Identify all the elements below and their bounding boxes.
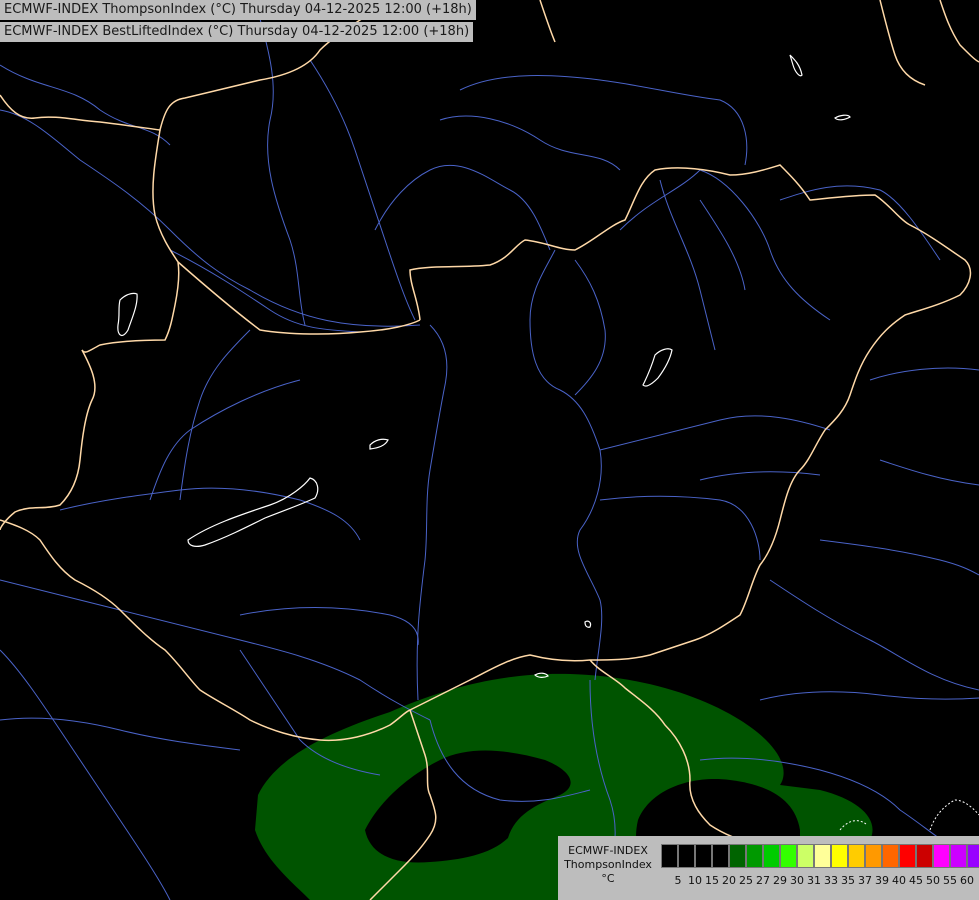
legend-swatch	[678, 844, 695, 868]
legend-tick-label: 30	[790, 874, 804, 887]
legend-tick-label: 39	[875, 874, 889, 887]
legend-tick-label: 37	[858, 874, 872, 887]
legend-tick-label: 60	[960, 874, 974, 887]
legend-swatch	[814, 844, 831, 868]
legend-model: ECMWF-INDEX	[568, 844, 648, 857]
legend-swatch	[729, 844, 746, 868]
legend-swatch	[712, 844, 729, 868]
legend-swatch	[763, 844, 780, 868]
legend-swatch	[882, 844, 899, 868]
legend-swatch	[950, 844, 967, 868]
legend-swatch	[797, 844, 814, 868]
legend-swatches	[661, 844, 979, 868]
legend-swatch	[967, 844, 979, 868]
legend-tick-label: 27	[756, 874, 770, 887]
legend-unit: °C	[601, 872, 615, 885]
legend-tick-label: 25	[739, 874, 753, 887]
legend-label: ECMWF-INDEX ThompsonIndex °C	[560, 844, 656, 886]
legend-swatch	[899, 844, 916, 868]
legend-tick-label: 31	[807, 874, 821, 887]
legend-tick-label: 35	[841, 874, 855, 887]
legend-tick-label: 55	[943, 874, 957, 887]
legend-tick-label: 5	[674, 874, 682, 887]
legend-tick-label: 29	[773, 874, 787, 887]
legend-swatch	[865, 844, 882, 868]
legend-swatch	[661, 844, 678, 868]
map-title-thompson: ECMWF-INDEX ThompsonIndex (°C) Thursday …	[0, 0, 476, 20]
legend-tick-label: 33	[824, 874, 838, 887]
legend-swatch	[780, 844, 797, 868]
color-legend: ECMWF-INDEX ThompsonIndex °C 5 10 15 20 25 27…	[558, 836, 979, 900]
legend-tick-label: 15	[705, 874, 719, 887]
legend-tick-label: 40	[892, 874, 906, 887]
legend-parameter: ThompsonIndex	[564, 858, 652, 871]
legend-tick-label: 45	[909, 874, 923, 887]
map-title-lifted: ECMWF-INDEX BestLiftedIndex (°C) Thursda…	[0, 22, 474, 42]
legend-swatch	[933, 844, 950, 868]
legend-tick-label: 50	[926, 874, 940, 887]
weather-map	[0, 0, 979, 900]
legend-tick-label: 20	[722, 874, 736, 887]
legend-swatch	[695, 844, 712, 868]
legend-swatch	[831, 844, 848, 868]
legend-swatch	[916, 844, 933, 868]
legend-swatch	[848, 844, 865, 868]
legend-swatch	[746, 844, 763, 868]
legend-tick-label: 10	[688, 874, 702, 887]
